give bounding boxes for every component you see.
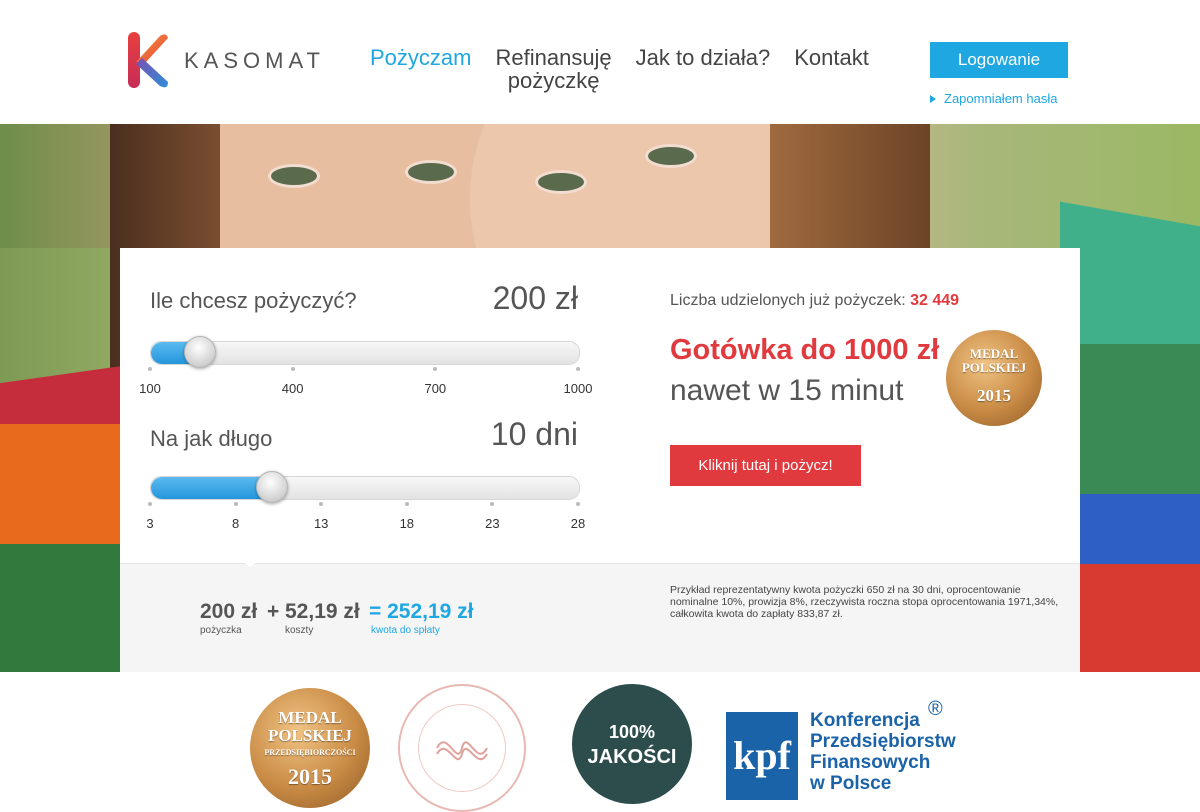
- hero-bag-green: [0, 544, 120, 672]
- nav-label-line2: pożyczkę: [507, 68, 600, 93]
- slider-tick-label: 18: [399, 516, 415, 531]
- promo-subline: nawet w 15 minut: [670, 374, 904, 407]
- hero-bag-red-2: [1080, 564, 1200, 672]
- duration-question: Na jak długo: [150, 426, 273, 451]
- medal-year: 2015: [977, 386, 1011, 405]
- summary-pointer: [232, 553, 268, 567]
- nav-label: Kontakt: [794, 45, 869, 70]
- slider-tick-mark: [490, 502, 495, 506]
- login-button[interactable]: Logowanie: [930, 42, 1068, 78]
- loans-count-label: Liczba udzielonych już pożyczek:: [670, 292, 906, 309]
- ornament-icon: [436, 741, 488, 761]
- responsible-lender-stamp-icon: [398, 684, 526, 812]
- kasomat-logo-icon[interactable]: [128, 32, 170, 88]
- amount-slider[interactable]: [150, 336, 580, 368]
- seal-percent: 100%: [608, 722, 656, 742]
- main-nav: Pożyczam Refinansuję pożyczkę Jak to dzi…: [370, 46, 869, 92]
- loans-count-value: 32 449: [910, 292, 960, 309]
- forgot-password-link[interactable]: Zapomniałem hasła: [930, 91, 1057, 106]
- duration-slider[interactable]: [150, 471, 580, 503]
- slider-tick-label: 8: [231, 516, 240, 531]
- slider-tick-mark: [233, 502, 238, 506]
- kpf-line: w Polsce: [810, 773, 892, 794]
- summary-cost: 52,19 zł: [285, 600, 360, 623]
- loans-count: Liczba udzielonych już pożyczek: 32 449: [670, 292, 959, 310]
- site-header: KASOMAT Pożyczam Refinansuję pożyczkę Ja…: [0, 0, 1200, 124]
- brand-name: KASOMAT: [184, 48, 325, 73]
- medal-text-small: PRZEDSIĘBIORCZOŚCI: [264, 748, 356, 757]
- medal-polskiej-przedsiebiorczosci-icon: MEDAL POLSKIEJ PRZEDSIĘBIORCZOŚCI 2015: [250, 688, 370, 808]
- medal-text: POLSKIEJ: [267, 726, 353, 745]
- summary-total-caption: kwota do spłaty: [371, 625, 440, 636]
- slider-tick-mark: [148, 502, 152, 506]
- seal-label: JAKOŚCI: [587, 746, 677, 768]
- kpf-name: Konferencja Przedsiębiorstw Finansowych …: [810, 710, 956, 794]
- hero-eye: [535, 170, 587, 194]
- medal-badge-icon: MEDAL POLSKIEJ 2015: [946, 330, 1042, 426]
- representative-example: Przykład reprezentatywny kwota pożyczki …: [670, 584, 1059, 620]
- nav-item-jak-to-dziala[interactable]: Jak to działa?: [636, 46, 771, 92]
- forgot-password-label: Zapomniałem hasła: [944, 91, 1058, 106]
- borrow-cta-button[interactable]: Kliknij tutaj i pożycz!: [670, 445, 861, 486]
- registered-mark: ®: [928, 698, 943, 720]
- slider-tick-mark: [576, 502, 580, 506]
- nav-item-refinansuje[interactable]: Refinansuję pożyczkę: [495, 46, 611, 92]
- hero-eye: [645, 144, 697, 168]
- nav-item-kontakt[interactable]: Kontakt: [794, 46, 869, 92]
- trust-badges: MEDAL POLSKIEJ PRZEDSIĘBIORCZOŚCI 2015 1…: [0, 672, 1200, 812]
- slider-tick-label: 28: [570, 516, 586, 531]
- amount-slider-handle[interactable]: [183, 336, 216, 368]
- summary-total: = 252,19 zł: [369, 600, 474, 623]
- hero-bag-green-2: [1080, 344, 1200, 494]
- slider-tick-label: 3: [146, 516, 154, 531]
- slider-tick-mark: [290, 367, 295, 371]
- slider-tick-label: 700: [424, 381, 447, 396]
- nav-label: Jak to działa?: [635, 45, 771, 70]
- slider-tick-mark: [576, 367, 580, 371]
- kpf-line: Finansowych: [810, 752, 931, 773]
- medal-year: 2015: [288, 764, 332, 789]
- promo-headline: Gotówka do 1000 zł: [670, 334, 940, 366]
- amount-question: Ile chcesz pożyczyć?: [150, 288, 357, 313]
- duration-value: 10 dni: [490, 416, 578, 452]
- medal-text: POLSKIEJ: [961, 360, 1027, 375]
- hero-eye: [405, 160, 457, 184]
- loan-calculator-card: Ile chcesz pożyczyć? 200 zł 100 400 700 100…: [120, 248, 1080, 673]
- slider-tick-mark: [319, 502, 324, 506]
- summary-loan: 200 zł: [200, 600, 258, 623]
- slider-tick-label: 100: [139, 381, 161, 396]
- kpf-line: Przedsiębiorstw: [810, 731, 956, 752]
- hero-eye: [268, 164, 320, 188]
- quality-seal-icon: 100% JAKOŚCI: [572, 684, 692, 804]
- slider-tick-label: 23: [485, 516, 500, 531]
- summary-loan-caption: pożyczka: [200, 625, 242, 636]
- nav-item-pozyczam[interactable]: Pożyczam: [370, 46, 471, 92]
- slider-tick-mark: [433, 367, 438, 371]
- summary-plus: +: [267, 600, 280, 623]
- slider-tick-label: 1000: [563, 381, 593, 396]
- amount-value: 200 zł: [492, 280, 578, 316]
- medal-text: MEDAL: [278, 708, 342, 727]
- duration-slider-fill: [151, 477, 271, 499]
- slider-tick-label: 13: [313, 516, 329, 531]
- slider-tick-mark: [404, 502, 409, 506]
- summary-cost-caption: koszty: [285, 625, 314, 636]
- duration-slider-handle[interactable]: [255, 471, 288, 503]
- triangle-right-icon: [930, 95, 936, 103]
- nav-label: Refinansuję: [495, 45, 612, 70]
- kpf-logo-icon: kpf: [726, 712, 798, 800]
- slider-tick-mark: [148, 367, 152, 371]
- nav-label: Pożyczam: [370, 45, 472, 70]
- slider-tick-label: 400: [281, 381, 304, 396]
